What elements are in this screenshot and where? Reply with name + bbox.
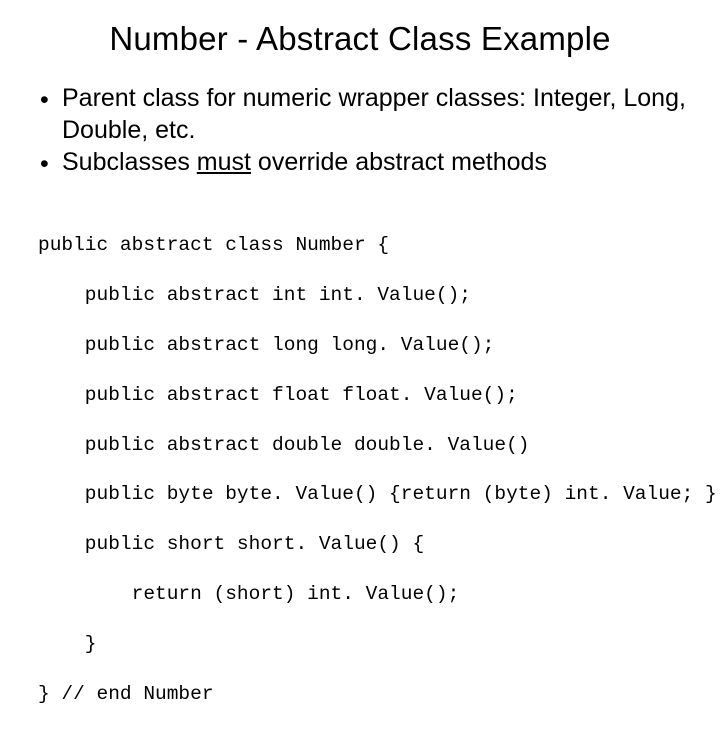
code-line: } xyxy=(38,632,690,657)
code-line: public short short. Value() { xyxy=(38,532,690,557)
bullet-item: • Parent class for numeric wrapper class… xyxy=(40,82,690,146)
bullet-item: • Subclasses must override abstract meth… xyxy=(40,146,690,180)
code-line: public abstract long long. Value(); xyxy=(38,333,690,358)
code-line: public byte byte. Value() {return (byte)… xyxy=(38,482,690,507)
bullet-dot: • xyxy=(40,82,62,116)
code-line: return (short) int. Value(); xyxy=(38,582,690,607)
code-line: } // end Number xyxy=(38,682,690,707)
bullet-fragment: override abstract methods xyxy=(251,148,547,176)
bullet-list: • Parent class for numeric wrapper class… xyxy=(30,82,690,180)
bullet-dot: • xyxy=(40,146,62,180)
code-block: public abstract class Number { public ab… xyxy=(30,208,690,732)
code-line: public abstract class Number { xyxy=(38,233,690,258)
code-line: public abstract int int. Value(); xyxy=(38,283,690,308)
code-line: public abstract float float. Value(); xyxy=(38,383,690,408)
code-line: public abstract double double. Value() xyxy=(38,433,690,458)
slide-title: Number - Abstract Class Example xyxy=(30,20,690,58)
bullet-fragment: Subclasses xyxy=(62,148,197,176)
bullet-emphasis: must xyxy=(197,148,251,176)
bullet-text: Parent class for numeric wrapper classes… xyxy=(62,82,690,146)
bullet-text: Subclasses must override abstract method… xyxy=(62,146,690,178)
